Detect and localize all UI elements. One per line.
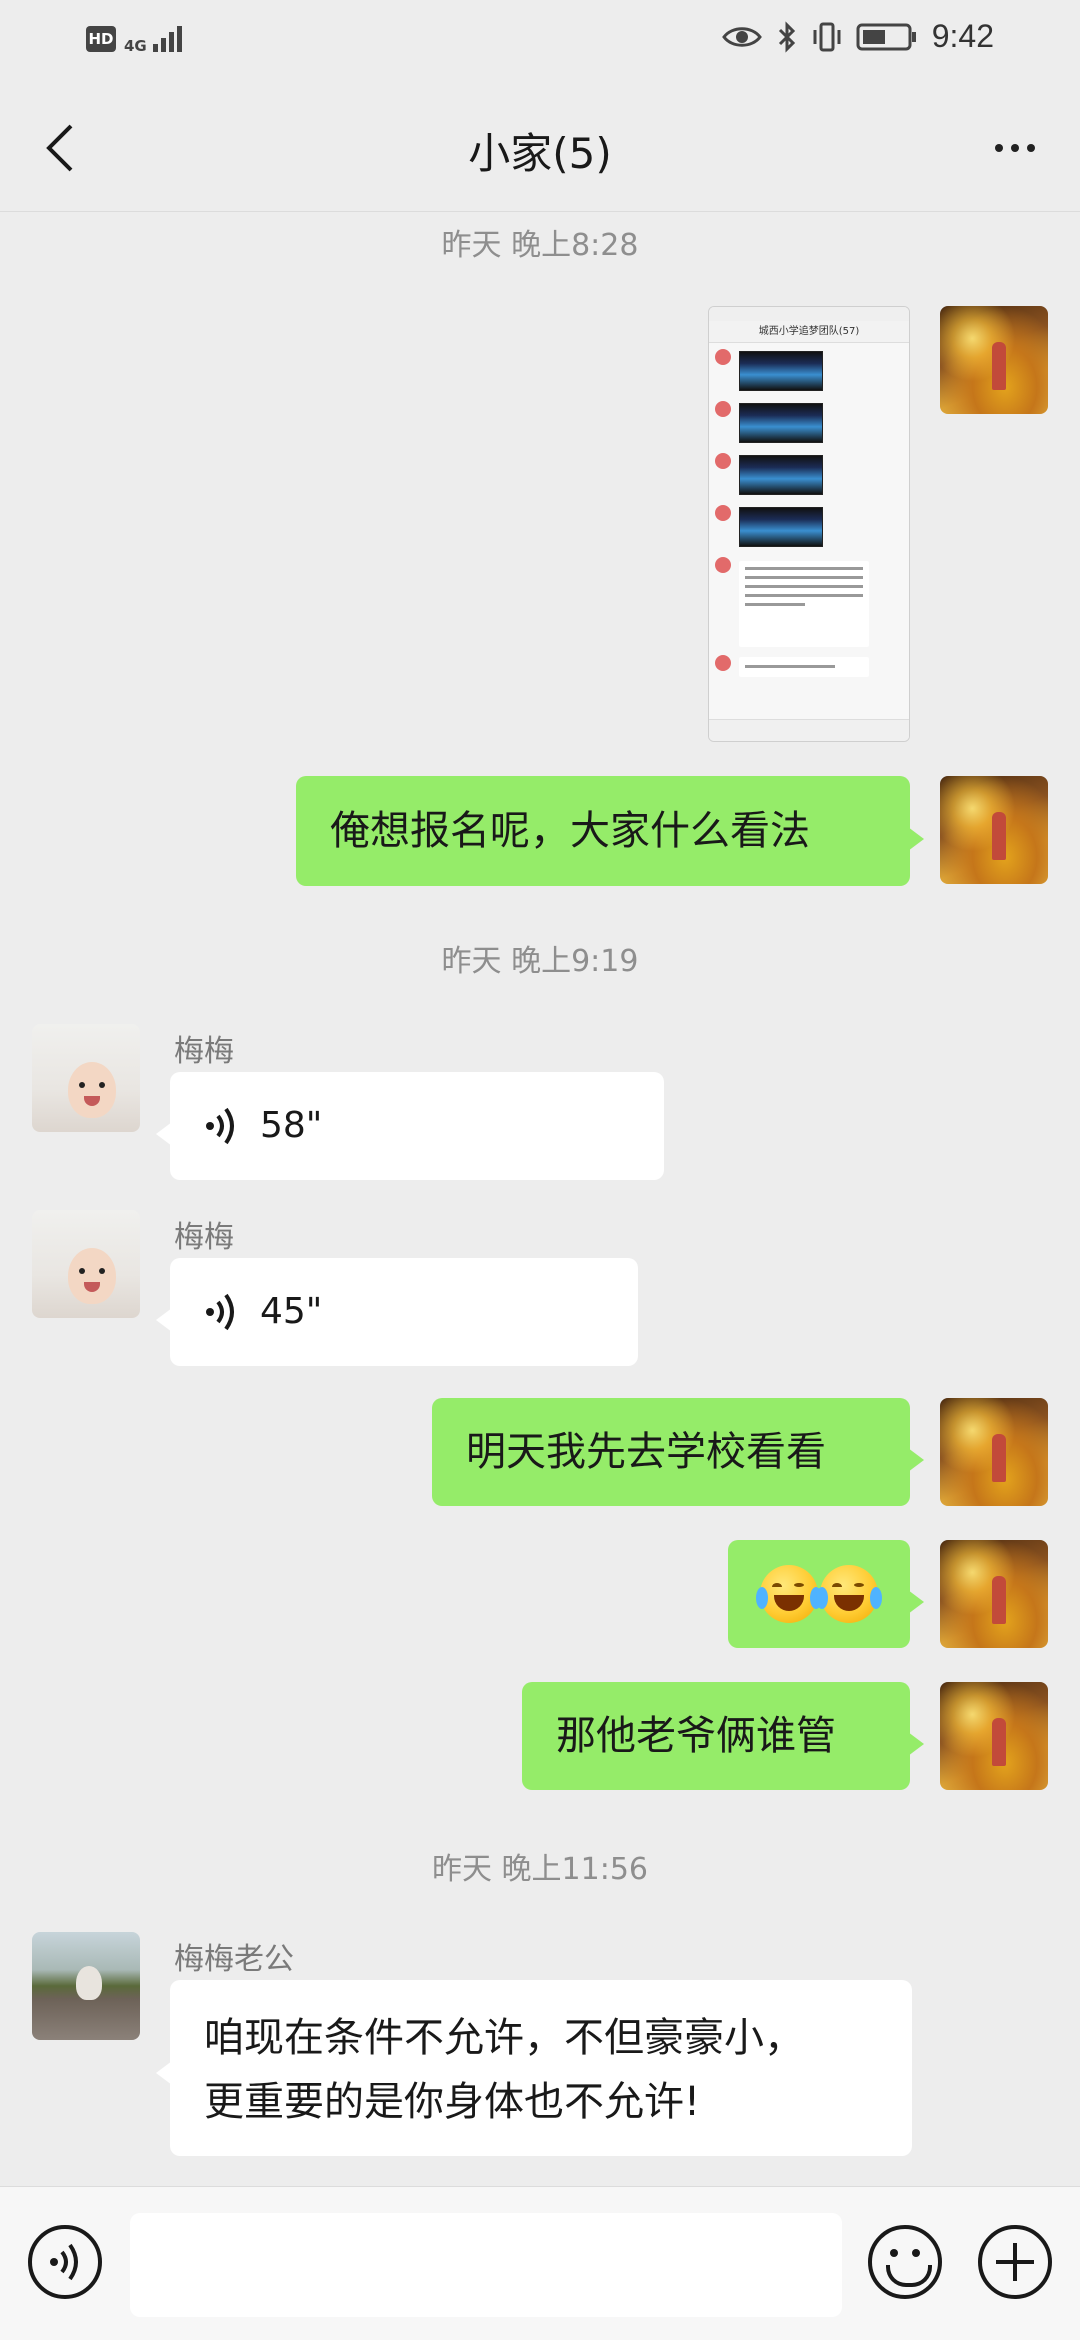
emoji-group [756,1565,882,1623]
avatar-self[interactable] [940,1398,1048,1506]
mini-avatar [715,349,731,365]
avatar-meimei[interactable] [32,1024,140,1132]
message-line: 更重要的是你身体也不允许! [204,2079,701,2125]
voice-wave-icon [206,1293,234,1331]
timestamp: 昨天 晚上11:56 [432,1852,648,1887]
emoji-tear [816,1587,828,1609]
signal-group: 4G [124,24,185,54]
laughing-tears-emoji-icon [756,1565,822,1623]
sender-name: 梅梅老公 [174,1942,294,1977]
mini-photo [739,351,823,391]
chat-header: 小家(5) [0,84,1080,212]
mini-photo [739,455,823,495]
voice-mode-icon [50,2243,78,2281]
emoji-icon[interactable] [868,2225,942,2299]
chat-title: 小家(5) [468,129,612,178]
voice-duration: 45" [260,1291,323,1332]
mini-chat-title: 城西小学追梦团队(57) [709,321,909,343]
avatar-face [68,1062,116,1118]
timestamp: 昨天 晚上8:28 [441,228,639,263]
message-bubble-self[interactable]: 那他老爷俩谁管 [522,1682,924,1790]
voice-duration: 58" [260,1105,323,1146]
mini-row [709,551,909,649]
more-dots-icon [995,144,1003,152]
message-input[interactable] [130,2213,842,2317]
message-bubble-self[interactable]: 明天我先去学校看看 [432,1398,924,1506]
more-button[interactable] [980,118,1050,178]
eye-icon [721,26,762,47]
emoji-tear [870,1587,882,1609]
hd-badge: HD [86,26,116,52]
more-dot [1011,144,1019,152]
laughing-tears-emoji-icon [816,1565,882,1623]
avatar-meimei[interactable] [32,1210,140,1318]
mini-photo [739,507,823,547]
clock: 9:42 [931,18,994,54]
mini-row [709,447,909,499]
mini-avatar [715,505,731,521]
emoji-eye [854,1583,864,1587]
status-bar: HD 4G 9:42 [0,0,1080,84]
signal-icon [152,26,182,52]
avatar-self[interactable] [940,776,1048,884]
voice-message[interactable]: 45" [156,1258,638,1366]
mini-avatar [715,655,731,671]
message-bubble-other[interactable]: 咱现在条件不允许，不但豪豪小， 更重要的是你身体也不允许! [156,1980,912,2156]
emoji-message[interactable] [728,1540,924,1648]
sender-name: 梅梅 [174,1034,234,1069]
emoji-tear [756,1587,768,1609]
avatar-self[interactable] [940,306,1048,414]
voice-message[interactable]: 58" [156,1072,664,1180]
avatar-self[interactable] [940,1682,1048,1790]
status-left: HD 4G [86,24,185,54]
emoji-eye [794,1583,804,1587]
avatar-stone [76,1966,102,2000]
more-dot [1027,144,1035,152]
mini-row [709,649,909,685]
mini-row [709,343,909,395]
mini-avatar [715,557,731,573]
avatar-self[interactable] [940,1540,1048,1648]
mini-row [709,499,909,551]
plus-icon[interactable] [978,2225,1052,2299]
timestamp: 昨天 晚上9:19 [441,944,639,979]
bluetooth-icon [778,20,795,53]
mini-status-bar [709,307,909,321]
avatar-face [68,1248,116,1304]
network-type: 4G [124,37,147,55]
mini-text-bubble [739,561,869,647]
battery-icon [856,23,916,50]
vibrate-icon [813,22,841,51]
message-bubble-self[interactable]: 俺想报名呢，大家什么看法 [296,776,924,886]
status-right: 9:42 [721,18,994,55]
mini-text-bubble [739,657,869,677]
message-line: 咱现在条件不允许，不但豪豪小， [204,2015,804,2061]
mini-row [709,395,909,447]
image-message[interactable]: 城西小学追梦团队(57) [708,306,910,742]
voice-wave-icon [206,1107,234,1145]
input-bar [0,2186,1080,2340]
mini-avatar [715,401,731,417]
sender-name: 梅梅 [174,1220,234,1255]
mini-photo [739,403,823,443]
avatar-meimei-husband[interactable] [32,1932,140,2040]
mini-input-bar [709,719,909,741]
message-list[interactable]: 昨天 晚上8:28 城西小学追梦团队(57) 俺想报名呢，大家什么看法 昨天 晚… [0,212,1080,2186]
mini-avatar [715,453,731,469]
voice-mode-button[interactable] [28,2225,102,2299]
